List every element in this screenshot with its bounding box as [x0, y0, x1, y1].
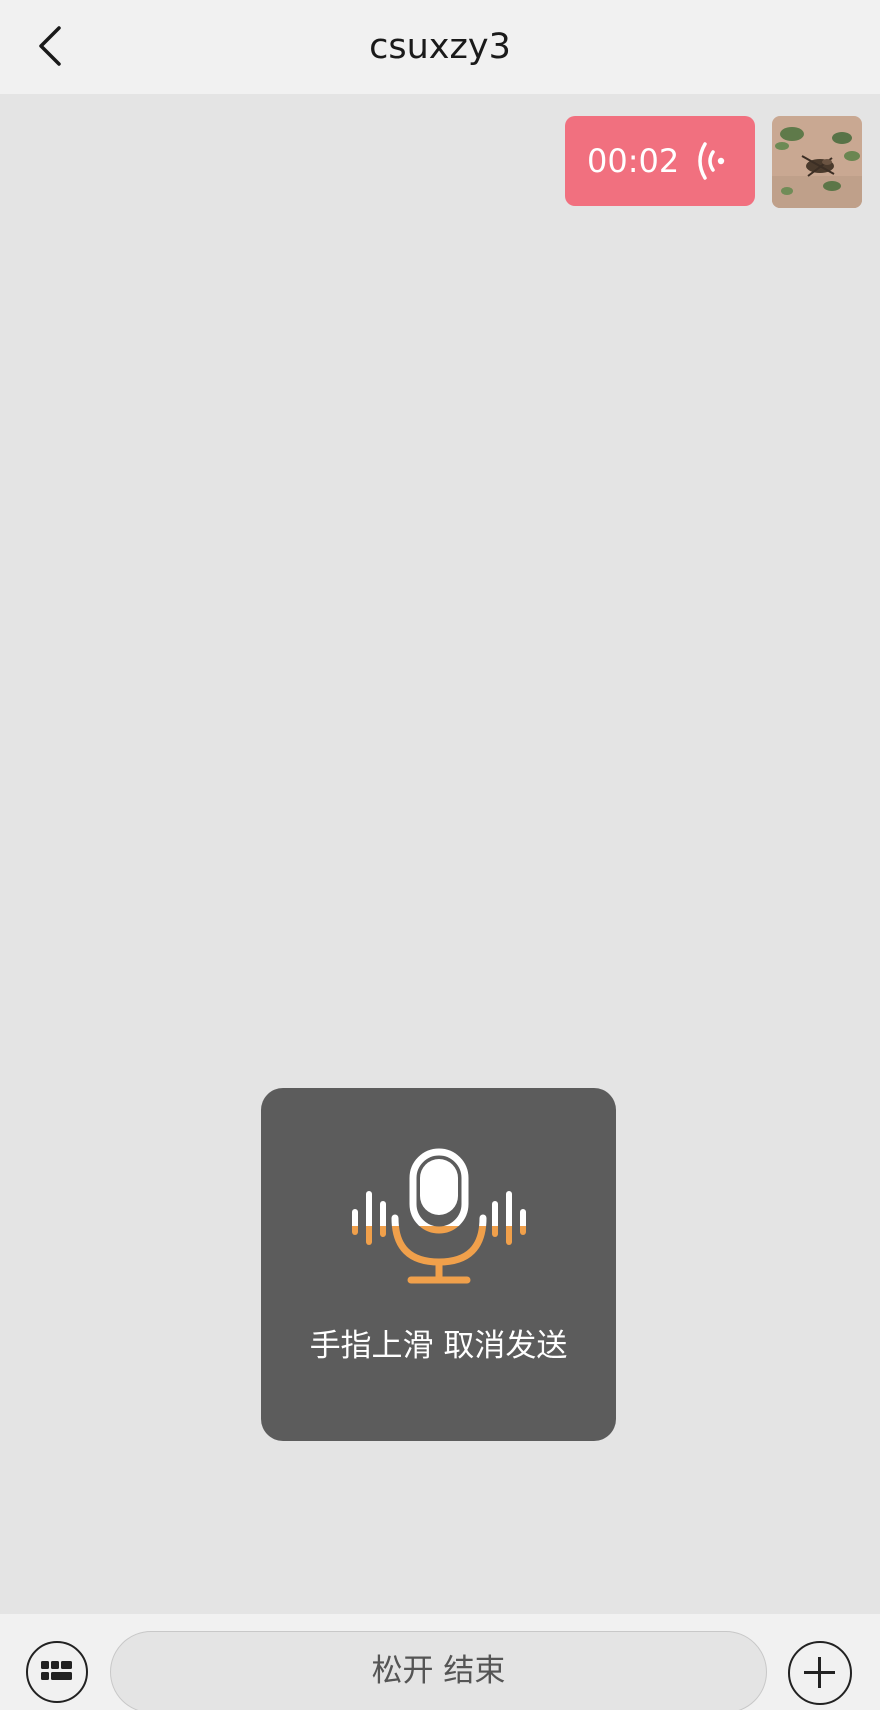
hold-to-talk-button[interactable]: 松开 结束 [110, 1631, 767, 1710]
avatar[interactable] [772, 116, 862, 208]
keyboard-toggle-button[interactable] [26, 1641, 88, 1703]
plus-icon [804, 1657, 835, 1688]
chat-screen: csuxzy3 00:02 手指上滑 取消发送 松开 结束 [0, 0, 880, 1710]
header-bar: csuxzy3 [0, 0, 880, 94]
keyboard-icon [41, 1661, 72, 1680]
microphone-icon [352, 1148, 526, 1284]
cancel-hint-text: 手指上滑 取消发送 [309, 1328, 568, 1364]
voice-duration: 00:02 [587, 142, 680, 180]
voice-wave-icon [698, 142, 725, 180]
page-title: csuxzy3 [369, 27, 511, 67]
message-list[interactable]: 00:02 手指上滑 取消发送 [0, 94, 880, 1614]
avatar-photo [772, 116, 862, 208]
voice-message-bubble[interactable]: 00:02 [565, 116, 755, 206]
input-bar: 松开 结束 [0, 1614, 880, 1710]
recording-overlay: 手指上滑 取消发送 [261, 1088, 616, 1441]
more-options-button[interactable] [788, 1641, 852, 1705]
